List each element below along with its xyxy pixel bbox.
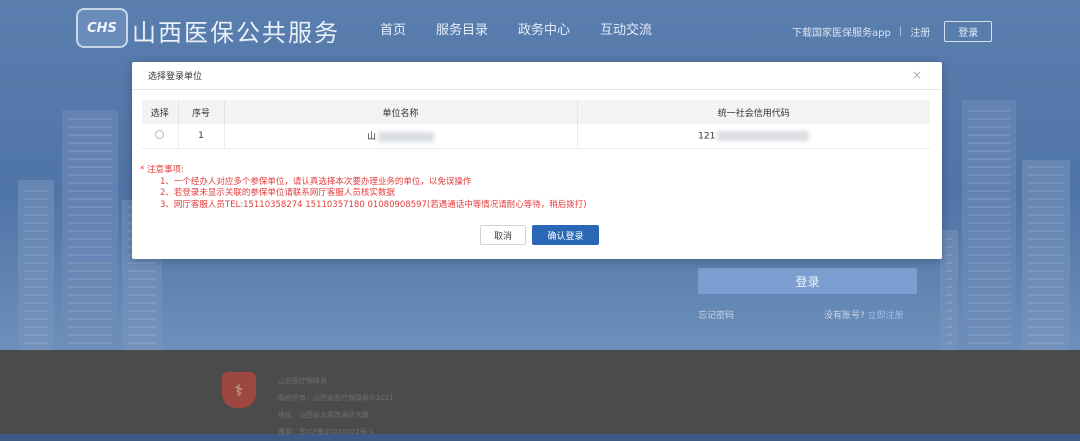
login-button[interactable]: 登录 — [944, 21, 993, 42]
dialog-header: 选择登录单位 — [132, 62, 942, 90]
login-panel: 登录 忘记密码 没有账号? 立即注册 — [678, 258, 938, 328]
header-separator: | — [898, 26, 903, 37]
register-now-link[interactable]: 立即注册 — [868, 311, 904, 321]
cancel-button[interactable]: 取消 — [480, 225, 526, 245]
redacted-blur — [717, 130, 810, 141]
nav-service-catalog[interactable]: 服务目录 — [436, 19, 488, 38]
building-decoration — [18, 180, 54, 350]
credit-code: 121 — [698, 131, 716, 141]
login-submit-button[interactable]: 登录 — [698, 268, 917, 294]
footer-emblem-icon: ⚕ — [222, 372, 256, 408]
building-decoration — [962, 100, 1016, 350]
unit-radio[interactable] — [155, 129, 165, 139]
column-header-credit-code: 统一社会信用代码 — [577, 100, 930, 124]
site-header: CHS 山西医保公共服务 首页 服务目录 政务中心 互动交流 下载国家医保服务a… — [0, 0, 1080, 60]
redacted-blur — [378, 131, 434, 142]
footer-line: 版权所有：山西省医疗保障局©2021 — [278, 394, 394, 402]
note-item: 3、网厅客服人员TEL:15110358274 15110357180 0108… — [160, 199, 587, 210]
building-decoration — [940, 230, 958, 350]
index-cell: 1 — [178, 124, 225, 149]
footer-line: 备案：晋ICP备20210021号-1 — [278, 428, 374, 436]
notes-title: * 注意事项: — [140, 165, 184, 175]
footer — [0, 350, 1080, 434]
building-decoration — [1022, 160, 1070, 350]
register-link[interactable]: 注册 — [910, 24, 930, 39]
footer-line: 地址：山西省太原市通达大厦 — [278, 411, 369, 419]
table-row[interactable]: 1 山 121 — [142, 124, 930, 149]
forgot-password-link[interactable]: 忘记密码 — [698, 308, 734, 321]
footer-info: 山西医疗保障局 版权所有：山西省医疗保障局©2021 地址：山西省太原市通达大厦… — [278, 373, 394, 441]
table-header-row: 选择 序号 单位名称 统一社会信用代码 — [142, 100, 930, 124]
unit-name-cell: 山 — [224, 124, 578, 149]
building-decoration — [62, 110, 118, 350]
main-nav: 首页 服务目录 政务中心 互动交流 — [380, 19, 652, 38]
unit-name: 山 — [366, 132, 376, 143]
select-cell — [142, 124, 179, 149]
dialog-title: 选择登录单位 — [148, 72, 203, 82]
unit-table: 选择 序号 单位名称 统一社会信用代码 1 山 121 — [142, 100, 930, 149]
column-header-unit-name: 单位名称 — [224, 100, 578, 124]
no-account-text: 没有账号? 立即注册 — [824, 308, 904, 321]
footer-line: 山西医疗保障局 — [278, 377, 327, 385]
download-app-link[interactable]: 下载国家医保服务app — [792, 24, 891, 39]
column-header-index: 序号 — [178, 100, 225, 124]
credit-code-cell: 121 — [577, 124, 930, 149]
column-header-select: 选择 — [142, 100, 179, 124]
select-unit-dialog: 选择登录单位 × 选择 序号 单位名称 统一社会信用代码 1 山 121 * 注… — [132, 62, 942, 259]
site-title: 山西医保公共服务 — [132, 19, 340, 47]
nav-home[interactable]: 首页 — [380, 19, 406, 38]
close-icon[interactable]: × — [912, 68, 922, 82]
nav-interaction[interactable]: 互动交流 — [600, 19, 652, 38]
note-item: 2、若登录未显示关联的参保单位请联系网厅客服人员核实数据 — [160, 188, 395, 198]
confirm-login-button[interactable]: 确认登录 — [532, 225, 599, 245]
nav-government-center[interactable]: 政务中心 — [518, 19, 570, 38]
logo-text: CHS — [87, 20, 117, 36]
header-actions: 下载国家医保服务app | 注册 登录 — [792, 21, 993, 42]
chs-logo[interactable]: CHS — [76, 8, 128, 48]
no-account-label: 没有账号? — [824, 311, 865, 321]
note-item: 1、一个经办人对应多个参保单位，请认真选择本次要办理业务的单位，以免误操作 — [160, 176, 472, 187]
notes-block: * 注意事项: 1、一个经办人对应多个参保单位，请认真选择本次要办理业务的单位，… — [140, 165, 587, 211]
